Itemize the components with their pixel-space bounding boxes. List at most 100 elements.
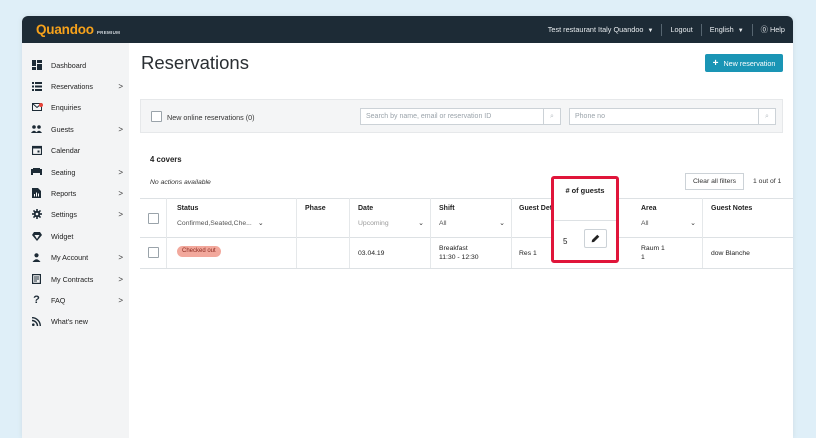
list-icon [31,81,42,92]
plus-icon: + [712,57,719,69]
row-checkbox[interactable] [148,247,159,258]
chevron-right-icon: > [118,81,123,91]
column-divider [702,198,703,268]
guests-count-cell: 5 [563,237,568,246]
chevron-right-icon: > [118,167,123,177]
column-divider [430,198,431,268]
guest-notes-cell: dow Blanche [711,250,750,257]
area-cell: Raum 1 [641,245,665,252]
status-filter-select[interactable]: Confirmed,Seated,Che... ⌄ [177,219,264,228]
sidebar-item-reports[interactable]: Reports > [31,185,123,201]
column-header-phase: Phase [305,205,326,212]
guests-column-highlight: # of guests 5 [551,176,619,263]
top-nav: Test restaurant Italy Quandoo ▼ Logout En… [548,16,785,43]
sidebar-item-seating[interactable]: Seating > [31,164,123,180]
mail-icon [31,102,43,113]
language-label: English [709,25,734,34]
new-reservation-button[interactable]: + New reservation [705,54,783,72]
date-cell: 03.04.19 [358,250,385,257]
brand-tier: PREMIUM [96,30,121,35]
help-link[interactable]: ⓪ Help [761,25,785,35]
gear-icon [31,209,42,220]
column-header-area: Area [641,205,657,212]
search-input[interactable]: Search by name, email or reservation ID [360,108,544,125]
no-actions-label: No actions available [150,179,211,186]
restaurant-name: Test restaurant Italy Quandoo [547,25,644,34]
chevron-right-icon: > [118,295,123,305]
rss-icon [31,316,42,327]
covers-count: 4 covers [150,155,182,164]
column-header-guest-notes: Guest Notes [711,205,753,212]
column-divider [511,198,512,268]
column-divider [166,198,167,268]
caret-down-icon: ▼ [737,28,744,34]
question-icon: ? [33,294,40,306]
people-icon [31,124,42,135]
divider [661,23,663,36]
sidebar-item-label: FAQ [51,295,66,305]
clear-filters-button[interactable]: Clear all filters [685,173,744,190]
sidebar-item-label: Widget [51,231,74,241]
brand-logo[interactable]: Quandoo PREMIUM [36,22,120,37]
sidebar-item-faq[interactable]: ? FAQ > [31,292,123,308]
sidebar-item-my-contracts[interactable]: My Contracts > [31,271,123,287]
sidebar-item-label: Calendar [51,145,81,155]
sidebar-item-dashboard[interactable]: Dashboard [31,57,123,73]
help-icon: ⓪ [760,24,768,34]
restaurant-selector[interactable]: Test restaurant Italy Quandoo ▼ [548,25,654,34]
brand-name: Quandoo [36,22,94,37]
sidebar-item-label: My Contracts [51,274,94,284]
shift-filter-select[interactable]: All ⌄ [439,219,505,228]
sidebar-item-reservations[interactable]: Reservations > [31,78,123,94]
table-border [140,237,793,238]
area-sub-cell: 1 [641,254,645,261]
page-title: Reservations [141,52,249,73]
guest-details-cell[interactable]: Res 1 [519,249,537,258]
chevron-right-icon: > [118,274,123,284]
dashboard-icon [31,60,42,71]
sidebar-item-widget[interactable]: Widget [31,228,123,244]
chevron-right-icon: > [118,188,123,198]
select-all-checkbox[interactable] [148,213,159,224]
sidebar-item-calendar[interactable]: Calendar [31,142,123,158]
edit-guests-button[interactable] [584,229,607,248]
search-button[interactable]: ⌕ [543,108,561,125]
sidebar-item-label: Reports [51,188,77,198]
date-filter-select[interactable]: Upcoming ⌄ [358,219,424,228]
chevron-down-icon: ⌄ [499,220,505,227]
app-window: Quandoo PREMIUM Test restaurant Italy Qu… [22,16,793,438]
area-filter-select[interactable]: All ⌄ [641,219,696,228]
online-reservations-checkbox[interactable] [151,111,162,122]
chevron-down-icon: ⌄ [257,220,264,227]
column-header-shift: Shift [439,205,455,212]
sidebar-item-label: What's new [51,316,88,326]
phone-input[interactable]: Phone no [569,108,759,125]
language-selector[interactable]: English ▼ [710,25,744,34]
sidebar: Dashboard Reservations > Enquiries Guest… [22,43,129,438]
diamond-icon [31,231,42,242]
divider [700,23,702,36]
calendar-icon [31,145,42,156]
sidebar-item-label: Settings [51,209,77,219]
sidebar-item-label: Guests [51,124,74,134]
caret-down-icon: ▼ [647,28,654,34]
sidebar-item-label: My Account [51,252,89,262]
sidebar-item-settings[interactable]: Settings > [31,206,123,222]
sidebar-item-my-account[interactable]: My Account > [31,249,123,265]
sidebar-item-label: Enquiries [51,102,81,112]
logout-link[interactable]: Logout [670,25,692,34]
chevron-down-icon: ⌄ [418,220,424,227]
sidebar-item-guests[interactable]: Guests > [31,121,123,137]
phone-search-button[interactable]: ⌕ [758,108,776,125]
pagination-label: 1 out of 1 [753,178,782,185]
sidebar-item-whats-new[interactable]: What's new [31,313,123,329]
status-badge: Checked out [177,246,221,257]
table-border [140,268,793,269]
date-filter-value: Upcoming [358,219,389,227]
chevron-down-icon: ⌄ [690,220,696,227]
sidebar-item-enquiries[interactable]: Enquiries [31,99,123,115]
sidebar-item-label: Seating [51,167,76,177]
column-header-date: Date [358,205,374,212]
sidebar-item-label: Reservations [51,81,93,91]
search-icon: ⌕ [765,112,769,120]
